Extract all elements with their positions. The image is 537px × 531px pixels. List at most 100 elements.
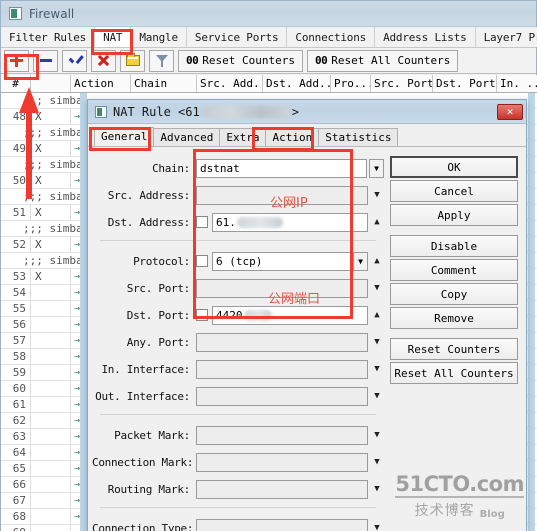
routing-mark-input[interactable] (196, 479, 368, 499)
tab-extra[interactable]: Extra (219, 128, 267, 146)
disable-rule-button[interactable] (91, 49, 116, 72)
close-icon[interactable]: ✕ (497, 103, 523, 120)
add-rule-button[interactable] (4, 49, 29, 72)
column-header-dst-address[interactable]: Dst. Add... (263, 75, 331, 92)
tab-connections[interactable]: Connections (287, 27, 376, 47)
field-row-src-port: Src. Port: ▼ (92, 276, 384, 300)
column-header-dst-port[interactable]: Dst. Port (433, 75, 497, 92)
tab-layer7-protocols[interactable]: Layer7 Protocols (475, 27, 537, 47)
dst-port-input[interactable]: 4420 (212, 305, 368, 325)
tab-address-lists[interactable]: Address Lists (375, 27, 476, 47)
tab-filter-rules[interactable]: Filter Rules (1, 27, 96, 47)
row-flag: X (31, 141, 71, 156)
label-src-address: Src. Address: (107, 188, 191, 202)
connection-mark-input[interactable] (196, 452, 368, 472)
general-form: Chain: dstnat ▼ Src. Address: ▼ Dst. Add… (88, 148, 388, 531)
reset-counters-button[interactable]: 00 Reset Counters (178, 49, 303, 72)
copy-button[interactable]: Copy (390, 283, 518, 305)
packet-mark-dropdown-icon[interactable]: ▼ (370, 430, 384, 440)
label-dst-address: Dst. Address: (107, 215, 191, 229)
reset-counters-button-dialog[interactable]: Reset Counters (390, 338, 518, 360)
column-header-in-interface[interactable]: In. ... (497, 75, 537, 92)
folder-icon (125, 53, 140, 66)
src-port-input[interactable] (196, 278, 368, 298)
protocol-checkbox[interactable] (196, 255, 208, 267)
any-port-dropdown-icon[interactable]: ▼ (370, 337, 384, 347)
tab-statistics[interactable]: Statistics (318, 128, 399, 146)
dst-address-expand-icon[interactable]: ▲ (370, 217, 384, 227)
tab-advanced[interactable]: Advanced (153, 128, 221, 146)
protocol-expand-icon[interactable]: ▲ (370, 256, 384, 266)
tab-nat[interactable]: NAT (95, 27, 132, 47)
src-port-dropdown-icon[interactable]: ▼ (370, 283, 384, 293)
packet-mark-input[interactable] (196, 425, 368, 445)
tab-service-ports[interactable]: Service Ports (186, 27, 288, 47)
connection-mark-dropdown-icon[interactable]: ▼ (370, 457, 384, 467)
reset-all-counters-button[interactable]: 00 Reset All Counters (306, 49, 459, 72)
field-row-dst-address: Dst. Address: 61. ▲ (92, 210, 384, 234)
row-number: 62 (1, 413, 31, 428)
any-port-input[interactable] (196, 332, 368, 352)
dst-port-checkbox[interactable] (196, 309, 208, 321)
protocol-input[interactable]: 6 (tcp) (212, 251, 351, 271)
button-spacer-1 (390, 228, 520, 235)
ok-button[interactable]: OK (390, 156, 518, 178)
column-header-src-address[interactable]: Src. Add... (197, 75, 263, 92)
rules-list-scrollbar[interactable] (528, 93, 535, 531)
dst-port-expand-icon[interactable]: ▲ (370, 310, 384, 320)
row-flag (31, 493, 71, 508)
comment-button[interactable] (120, 49, 145, 72)
dst-address-input[interactable]: 61. (212, 212, 368, 232)
connection-type-input[interactable] (196, 518, 368, 531)
column-header-chain[interactable]: Chain (131, 75, 197, 92)
column-header-flags[interactable] (31, 75, 71, 92)
field-row-src-address: Src. Address: ▼ (92, 183, 384, 207)
column-header-num[interactable]: # (1, 75, 31, 92)
tab-action[interactable]: Action (265, 128, 320, 146)
row-flag: X (31, 109, 71, 124)
row-number: 69 (1, 525, 31, 531)
connection-type-dropdown-icon[interactable]: ▼ (370, 523, 384, 531)
field-row-connection-type: Connection Type: ▼ (92, 516, 384, 531)
out-interface-dropdown-icon[interactable]: ▼ (370, 391, 384, 401)
src-address-dropdown-icon[interactable]: ▼ (370, 190, 384, 200)
row-number: 65 (1, 461, 31, 476)
in-interface-input[interactable] (196, 359, 368, 379)
chain-dropdown-icon[interactable]: ▼ (369, 158, 384, 178)
row-flag (31, 445, 71, 460)
check-icon (68, 55, 81, 66)
row-number: 55 (1, 301, 31, 316)
reset-all-counters-label: Reset All Counters (331, 54, 451, 67)
remove-button[interactable]: Remove (390, 307, 518, 329)
protocol-dropdown-icon[interactable]: ▼ (353, 251, 368, 271)
chain-input[interactable]: dstnat (196, 158, 367, 178)
tab-general[interactable]: General (94, 127, 155, 146)
out-interface-input[interactable] (196, 386, 368, 406)
filter-button[interactable] (149, 49, 174, 72)
routing-mark-dropdown-icon[interactable]: ▼ (370, 484, 384, 494)
src-address-input[interactable] (196, 185, 368, 205)
column-header-protocol[interactable]: Pro... (331, 75, 371, 92)
dst-address-checkbox[interactable] (196, 216, 208, 228)
row-number: 50 (1, 173, 31, 188)
disable-button[interactable]: Disable (390, 235, 518, 257)
row-number: 63 (1, 429, 31, 444)
field-row-dst-port: Dst. Port: 4420 ▲ (92, 303, 384, 327)
apply-button[interactable]: Apply (390, 204, 518, 226)
label-dst-port: Dst. Port: (126, 308, 191, 322)
column-header-src-port[interactable]: Src. Port (371, 75, 433, 92)
column-header-action[interactable]: Action (71, 75, 131, 92)
comment-button-dialog[interactable]: Comment (390, 259, 518, 281)
counter-prefix-all: 00 (314, 54, 328, 67)
enable-rule-button[interactable] (62, 49, 87, 72)
row-number: 49 (1, 141, 31, 156)
row-flag (31, 477, 71, 492)
cancel-button[interactable]: Cancel (390, 180, 518, 202)
reset-all-counters-button-dialog[interactable]: Reset All Counters (390, 362, 518, 384)
field-row-routing-mark: Routing Mark: ▼ (92, 477, 384, 501)
tab-mangle[interactable]: Mangle (131, 27, 187, 47)
window-titlebar: Firewall (1, 1, 536, 27)
remove-rule-button[interactable] (33, 49, 58, 72)
in-interface-dropdown-icon[interactable]: ▼ (370, 364, 384, 374)
label-in-interface: In. Interface: (101, 362, 190, 376)
